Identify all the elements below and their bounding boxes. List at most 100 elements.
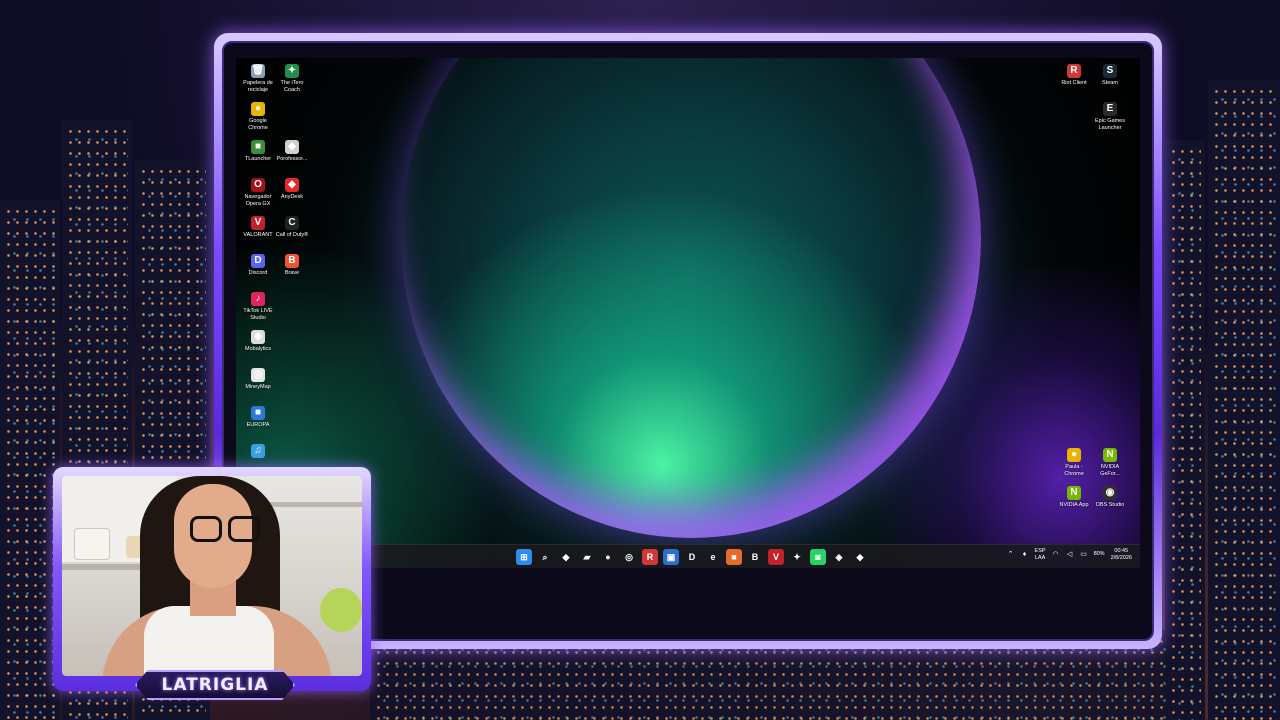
- desktop-screen: 🗑 Papelera de reciclaje ✦ The iTero Coach ● G…: [236, 58, 1140, 568]
- desktop-icon-chrome[interactable]: ● Google Chrome: [240, 102, 276, 131]
- desktop-icon-mobalytics[interactable]: ◈ Mobalytics: [240, 330, 276, 353]
- desktop-icon-cod[interactable]: C Call of Duty®: [274, 216, 310, 239]
- desktop-icon-label: NVIDIA GeFor...: [1100, 464, 1120, 477]
- windows-start-icon[interactable]: ⊞: [516, 549, 532, 565]
- chrome-icon: ●: [251, 102, 265, 116]
- riot-client-icon[interactable]: R: [642, 549, 658, 565]
- porofessor-icon[interactable]: ◆: [852, 549, 868, 565]
- mobalytics-icon[interactable]: ◈: [831, 549, 847, 565]
- microphone-icon[interactable]: ♦: [1021, 551, 1029, 559]
- streamer-name: LATRIGLIA: [161, 675, 269, 695]
- desktop-icon-valorant[interactable]: V VALORANT: [240, 216, 276, 239]
- brave-icon: B: [285, 254, 299, 268]
- desktop-icon-recycle[interactable]: 🗑 Papelera de reciclaje: [240, 64, 276, 93]
- desktop-icon-label: Steam: [1102, 80, 1118, 86]
- taskbar: ⊞ ⌕ ◆ ▰ ● ◎ R ▣ De ■ B V ✦ ◙ ◈ ◆ ⌃ ♦ ESP LAA ◠ ◁ ▭ 80% …: [236, 544, 1140, 568]
- desktop-icon-steam[interactable]: S Steam: [1092, 64, 1128, 87]
- clock-date: 2/8/2026: [1110, 554, 1132, 561]
- desktop-icon-epic[interactable]: E Epic Games Launcher: [1092, 102, 1128, 131]
- nvidia-app-icon: N: [1067, 486, 1081, 500]
- search-icon[interactable]: ⌕: [537, 549, 553, 565]
- desktop-icon-nvidia_geforce[interactable]: N NVIDIA GeFor...: [1092, 448, 1128, 477]
- desktop-icon-label: TLauncher: [244, 156, 272, 162]
- desktop-icon-label: Riot Client: [1061, 80, 1087, 86]
- recycle-bin-icon: 🗑: [251, 64, 265, 78]
- desktop-icon-partial[interactable]: ♫: [240, 444, 276, 460]
- desktop-icon-label: MineyMap: [245, 384, 271, 390]
- valorant-icon[interactable]: V: [768, 549, 784, 565]
- chrome-profile-icon[interactable]: ◎: [621, 549, 637, 565]
- itero-coach-icon: ✦: [285, 64, 299, 78]
- taskbar-apps: ⊞ ⌕ ◆ ▰ ● ◎ R ▣ De ■ B V ✦ ◙ ◈ ◆: [516, 549, 868, 565]
- mobalytics-icon: ◈: [251, 330, 265, 344]
- anydesk-icon: ◆: [285, 178, 299, 192]
- desktop-icon-label: Discord: [248, 270, 268, 276]
- desktop-icon-label: OBS Studio: [1095, 502, 1125, 508]
- desktop-icon-label: The iTero Coach: [280, 80, 304, 93]
- volume-icon[interactable]: ◁: [1066, 551, 1074, 559]
- desktop-icon-label: Papelera de reciclaje: [243, 80, 273, 93]
- plush-toy: [320, 588, 362, 632]
- streamer-name-plate: LATRIGLIA: [135, 670, 295, 700]
- desktop-icon-label: Porofessor...: [276, 156, 308, 162]
- desktop-icon-label: Epic Games Launcher: [1095, 118, 1125, 131]
- language-code: ESP: [1034, 548, 1046, 554]
- opera-gx-icon: O: [251, 178, 265, 192]
- porofessor-icon: ◆: [285, 140, 299, 154]
- app-diamond-icon[interactable]: ◆: [558, 549, 574, 565]
- system-tray: ⌃ ♦ ESP LAA ◠ ◁ ▭ 80% 00:45 2/8/2026: [1007, 548, 1132, 561]
- desktop-icon-label: AnyDesk: [280, 194, 303, 200]
- battery-icon[interactable]: ▭: [1080, 551, 1088, 559]
- keyboard-layout: LAA: [1034, 554, 1046, 561]
- battery-percentage: 80%: [1093, 551, 1105, 558]
- desktop-icon-label: Paula - Chrome: [1064, 464, 1084, 477]
- desktop-icon-label: Brave: [284, 270, 300, 276]
- discord-icon[interactable]: D: [684, 549, 700, 565]
- app-blue-icon[interactable]: ▣: [663, 549, 679, 565]
- desktop-icon-tiktok[interactable]: ♪ TikTok LIVE Studio: [240, 292, 276, 321]
- desktop-icon-label: NVIDIA App: [1059, 502, 1089, 508]
- chevron-up-icon[interactable]: ⌃: [1007, 551, 1015, 559]
- tiktok-live-icon: ♪: [251, 292, 265, 306]
- glasses-icon: [190, 516, 222, 542]
- call-of-duty-icon: C: [285, 216, 299, 230]
- desktop-icon-tlauncher[interactable]: ■ TLauncher: [240, 140, 276, 163]
- desktop-icon-riot[interactable]: R Riot Client: [1056, 64, 1092, 87]
- webcam-feed: [62, 476, 362, 676]
- desktop-icon-label: VALORANT: [243, 232, 273, 238]
- riot-client-icon: R: [1067, 64, 1081, 78]
- chrome-icon[interactable]: ●: [600, 549, 616, 565]
- desktop-icon-paula_chrome[interactable]: ● Paula - Chrome: [1056, 448, 1092, 477]
- desktop-icon-operagx[interactable]: O Navegador Opera GX: [240, 178, 276, 207]
- paint-icon[interactable]: ■: [726, 549, 742, 565]
- language-indicator[interactable]: ESP LAA: [1035, 548, 1046, 561]
- desktop-icon-brave[interactable]: B Brave: [274, 254, 310, 277]
- desktop-icon-label: TikTok LIVE Studio: [243, 308, 273, 321]
- desktop-icon-itero[interactable]: ✦ The iTero Coach: [274, 64, 310, 93]
- desktop-icon-label: Mobalytics: [245, 346, 271, 352]
- whatsapp-icon[interactable]: ◙: [810, 549, 826, 565]
- desktop-icon-europa[interactable]: ■ EUROPA: [240, 406, 276, 429]
- clock[interactable]: 00:45 2/8/2026: [1111, 548, 1132, 561]
- desktop-icon-discord[interactable]: D Discord: [240, 254, 276, 277]
- app-icon: ♫: [251, 444, 265, 458]
- chrome-profile-icon: ●: [1067, 448, 1081, 462]
- desktop-icon-label: Navegador Opera GX: [244, 194, 272, 207]
- europa-icon: ■: [251, 406, 265, 420]
- edge-icon[interactable]: e: [705, 549, 721, 565]
- discord-icon: D: [251, 254, 265, 268]
- wifi-icon[interactable]: ◠: [1052, 551, 1060, 559]
- desktop-icon-mineymap[interactable]: ◎ MineyMap: [240, 368, 276, 391]
- desktop-icon-nvidia_app[interactable]: N NVIDIA App: [1056, 486, 1092, 509]
- desktop-icon-label: Google Chrome: [248, 118, 268, 131]
- itero-coach-icon[interactable]: ✦: [789, 549, 805, 565]
- tlauncher-icon: ■: [251, 140, 265, 154]
- desktop-icon-porofessor[interactable]: ◆ Porofessor...: [274, 140, 310, 163]
- steam-icon: S: [1103, 64, 1117, 78]
- desktop-icon-anydesk[interactable]: ◆ AnyDesk: [274, 178, 310, 201]
- brave-icon[interactable]: B: [747, 549, 763, 565]
- file-explorer-icon[interactable]: ▰: [579, 549, 595, 565]
- desktop-icon-obs[interactable]: ◉ OBS Studio: [1092, 486, 1128, 509]
- valorant-icon: V: [251, 216, 265, 230]
- desktop-icon-label: Call of Duty®: [275, 232, 309, 238]
